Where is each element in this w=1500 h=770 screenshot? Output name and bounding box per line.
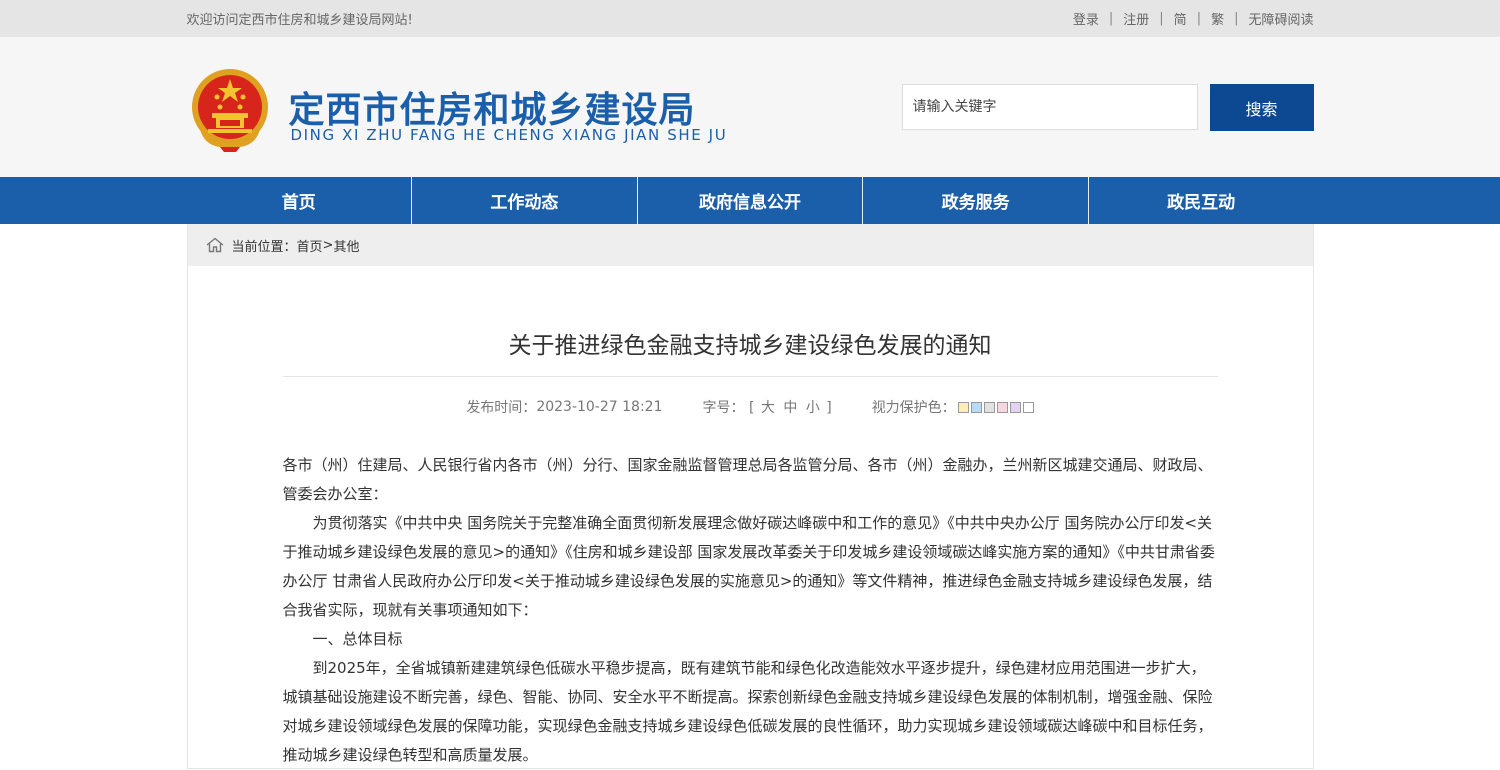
national-emblem-icon <box>191 69 268 152</box>
breadcrumb-current-link[interactable]: 其他 <box>333 236 359 255</box>
site-subtitle: DING XI ZHU FANG HE CHENG XIANG JIAN SHE… <box>290 126 728 144</box>
login-link[interactable]: 登录 <box>1073 9 1099 28</box>
welcome-text: 欢迎访问定西市住房和城乡建设局网站! <box>186 13 413 28</box>
breadcrumb: 当前位置： 首页 > 其他 <box>187 224 1313 266</box>
article-paragraph: 各市（州）住建局、人民银行省内各市（州）分行、国家金融监督管理总局各监管分局、各… <box>282 456 1213 503</box>
font-size-medium[interactable]: 中 <box>783 400 797 416</box>
article-title: 关于推进绿色金融支持城乡建设绿色发展的通知 <box>282 326 1218 377</box>
eye-color-purple[interactable] <box>1009 401 1021 413</box>
publish-time-value: 2023-10-27 18:21 <box>536 399 663 415</box>
main-nav: 首页 工作动态 政府信息公开 政务服务 政民互动 <box>0 177 1500 224</box>
breadcrumb-home-link[interactable]: 首页 <box>297 236 323 255</box>
nav-item-public-interaction[interactable]: 政民互动 <box>1089 177 1314 224</box>
article-section-heading: 一、总体目标 <box>312 630 403 648</box>
article-meta: 发布时间： 2023-10-27 18:21 字号： [ 大 中 小 ] 视力保… <box>283 397 1218 417</box>
breadcrumb-label: 当前位置： <box>231 239 297 255</box>
top-links: 登录 | 注册 | 简 | 繁 | 无障碍阅读 <box>1072 9 1314 28</box>
traditional-chinese-link[interactable]: 繁 <box>1211 9 1224 28</box>
search-button[interactable]: 搜索 <box>1209 84 1314 131</box>
nav-item-government-disclosure[interactable]: 政府信息公开 <box>638 177 864 224</box>
eye-protection-swatches <box>956 399 1034 415</box>
breadcrumb-separator: > <box>322 237 334 253</box>
article-body: 各市（州）住建局、人民银行省内各市（州）分行、国家金融监督管理总局各监管分局、各… <box>283 451 1218 770</box>
font-size-small[interactable]: 小 <box>806 400 820 416</box>
font-size-control: 字号： [ 大 中 小 ] <box>702 400 832 416</box>
eye-color-yellow[interactable] <box>957 401 969 413</box>
simplified-chinese-link[interactable]: 简 <box>1174 9 1187 28</box>
register-link[interactable]: 注册 <box>1123 9 1149 28</box>
search-input[interactable] <box>901 84 1198 130</box>
home-icon <box>206 237 223 253</box>
publish-time-label: 发布时间： <box>466 400 537 416</box>
site-header: 定西市住房和城乡建设局 DING XI ZHU FANG HE CHENG XI… <box>0 37 1500 177</box>
eye-color-white[interactable] <box>1022 401 1034 413</box>
eye-protection-label: 视力保护色： <box>871 400 956 416</box>
eye-color-pink[interactable] <box>996 401 1008 413</box>
top-bar: 欢迎访问定西市住房和城乡建设局网站! 登录 | 注册 | 简 | 繁 | 无障碍… <box>0 0 1500 37</box>
nav-item-government-services[interactable]: 政务服务 <box>863 177 1089 224</box>
font-size-large[interactable]: 大 <box>761 400 775 416</box>
nav-item-home[interactable]: 首页 <box>187 177 413 224</box>
eye-color-blue[interactable] <box>970 401 982 413</box>
article-paragraph: 到2025年，全省城镇新建建筑绿色低碳水平稳步提高，既有建筑节能和绿色化改造能效… <box>282 659 1213 764</box>
eye-color-gray[interactable] <box>983 401 995 413</box>
font-size-label: 字号： <box>702 400 745 416</box>
nav-item-work-news[interactable]: 工作动态 <box>412 177 638 224</box>
content-panel: 当前位置： 首页 > 其他 关于推进绿色金融支持城乡建设绿色发展的通知 发布时间… <box>186 224 1314 770</box>
accessibility-link[interactable]: 无障碍阅读 <box>1248 9 1313 28</box>
article-paragraph: 为贯彻落实《中共中央 国务院关于完整准确全面贯彻新发展理念做好碳达峰碳中和工作的… <box>282 514 1215 619</box>
article: 关于推进绿色金融支持城乡建设绿色发展的通知 发布时间： 2023-10-27 1… <box>188 326 1313 770</box>
